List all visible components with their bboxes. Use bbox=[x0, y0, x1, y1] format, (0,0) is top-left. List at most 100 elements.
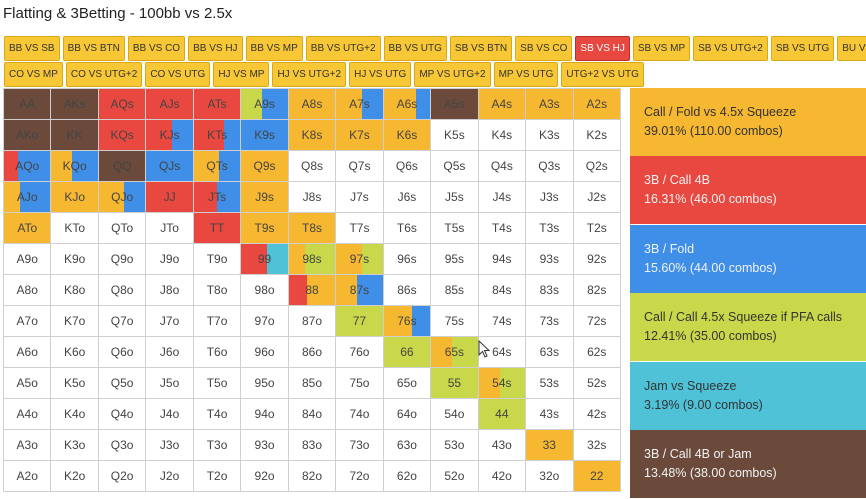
hand-cell[interactable]: J2s bbox=[573, 182, 621, 213]
hand-cell[interactable]: 93o bbox=[241, 430, 289, 461]
hand-cell[interactable]: A4o bbox=[4, 399, 52, 430]
hand-cell[interactable]: 84s bbox=[478, 275, 527, 306]
hand-cell[interactable]: K3o bbox=[51, 430, 99, 461]
hand-cell[interactable]: A4s bbox=[478, 89, 527, 120]
hand-cell[interactable]: ATo bbox=[4, 213, 52, 244]
hand-cell[interactable]: 53s bbox=[526, 368, 574, 399]
hand-cell[interactable]: T3o bbox=[193, 430, 242, 461]
hand-cell[interactable]: J3s bbox=[526, 182, 574, 213]
hand-cell[interactable]: 94s bbox=[478, 244, 527, 275]
hand-cell[interactable]: A7s bbox=[336, 89, 384, 120]
hand-cell[interactable]: T2s bbox=[573, 213, 621, 244]
hand-cell[interactable]: JTs bbox=[193, 182, 242, 213]
hand-cell[interactable]: QQ bbox=[98, 151, 147, 182]
hand-cell[interactable]: 92o bbox=[241, 461, 289, 492]
hand-cell[interactable]: T9s bbox=[241, 213, 289, 244]
hand-cell[interactable]: Q2o bbox=[98, 461, 147, 492]
hand-cell[interactable]: K5o bbox=[51, 368, 99, 399]
hand-cell[interactable]: J9o bbox=[146, 244, 194, 275]
hand-cell[interactable]: T4o bbox=[193, 399, 242, 430]
tab-co-vs-utg[interactable]: CO VS UTG bbox=[145, 62, 211, 87]
hand-cell[interactable]: AKs bbox=[51, 89, 99, 120]
hand-cell[interactable]: T4s bbox=[478, 213, 527, 244]
tab-hj-vs-mp[interactable]: HJ VS MP bbox=[213, 62, 270, 87]
hand-cell[interactable]: 72s bbox=[573, 306, 621, 337]
tab-hj-vs-utg[interactable]: HJ VS UTG bbox=[349, 62, 412, 87]
hand-cell[interactable]: 54s bbox=[478, 368, 527, 399]
tab-sb-vs-utg-2[interactable]: SB VS UTG+2 bbox=[693, 36, 768, 61]
hand-cell[interactable]: A6o bbox=[4, 337, 52, 368]
hand-cell[interactable]: AJo bbox=[4, 182, 52, 213]
legend-item-threebet-jam[interactable]: 3B / Call 4B or Jam 13.48% (38.00 combos) bbox=[630, 429, 866, 498]
hand-cell[interactable]: 82s bbox=[573, 275, 621, 306]
hand-cell[interactable]: 43s bbox=[526, 399, 574, 430]
tab-bb-vs-hj[interactable]: BB VS HJ bbox=[188, 36, 243, 61]
hand-cell[interactable]: Q8s bbox=[288, 151, 337, 182]
hand-cell[interactable]: 96s bbox=[383, 244, 432, 275]
hand-cell[interactable]: T2o bbox=[193, 461, 242, 492]
hand-cell[interactable]: 85s bbox=[431, 275, 479, 306]
hand-cell[interactable]: AA bbox=[4, 89, 52, 120]
hand-cell[interactable]: 87s bbox=[336, 275, 384, 306]
hand-cell[interactable]: 86s bbox=[383, 275, 432, 306]
hand-cell[interactable]: K6o bbox=[51, 337, 99, 368]
hand-cell[interactable]: J5o bbox=[146, 368, 194, 399]
hand-cell[interactable]: QJo bbox=[98, 182, 147, 213]
hand-cell[interactable]: KK bbox=[51, 120, 99, 151]
hand-cell[interactable]: 64o bbox=[383, 399, 432, 430]
hand-cell[interactable]: 97o bbox=[241, 306, 289, 337]
hand-cell[interactable]: AQo bbox=[4, 151, 52, 182]
hand-cell[interactable]: Q9o bbox=[98, 244, 147, 275]
hand-cell[interactable]: A8s bbox=[288, 89, 337, 120]
hand-cell[interactable]: 43o bbox=[478, 430, 527, 461]
tab-bb-vs-utg[interactable]: BB VS UTG bbox=[383, 36, 447, 61]
hand-cell[interactable]: ATs bbox=[193, 89, 242, 120]
hand-cell[interactable]: 75s bbox=[431, 306, 479, 337]
hand-cell[interactable]: K2s bbox=[573, 120, 621, 151]
hand-cell[interactable]: Q3o bbox=[98, 430, 147, 461]
legend-item-jam[interactable]: Jam vs Squeeze 3.19% (9.00 combos) bbox=[630, 361, 866, 430]
hand-cell[interactable]: J4s bbox=[478, 182, 527, 213]
tab-bu-vs-i[interactable]: BU VS I bbox=[837, 36, 866, 61]
tab-bb-vs-btn[interactable]: BB VS BTN bbox=[62, 36, 125, 61]
hand-cell[interactable]: 94o bbox=[241, 399, 289, 430]
hand-cell[interactable]: K6s bbox=[383, 120, 432, 151]
hand-cell[interactable]: 55 bbox=[431, 368, 479, 399]
hand-cell[interactable]: A8o bbox=[4, 275, 52, 306]
tab-sb-vs-hj[interactable]: SB VS HJ bbox=[575, 36, 630, 61]
hand-cell[interactable]: K9o bbox=[51, 244, 99, 275]
hand-cell[interactable]: 33 bbox=[526, 430, 574, 461]
hand-cell[interactable]: 62o bbox=[383, 461, 432, 492]
hand-cell[interactable]: K8s bbox=[288, 120, 337, 151]
hand-cell[interactable]: 65s bbox=[431, 337, 479, 368]
hand-cell[interactable]: Q2s bbox=[573, 151, 621, 182]
hand-cell[interactable]: Q4s bbox=[478, 151, 527, 182]
hand-cell[interactable]: 87o bbox=[288, 306, 337, 337]
hand-cell[interactable]: T5s bbox=[431, 213, 479, 244]
hand-cell[interactable]: 52o bbox=[431, 461, 479, 492]
hand-cell[interactable]: 73s bbox=[526, 306, 574, 337]
hand-cell[interactable]: AKo bbox=[4, 120, 52, 151]
hand-cell[interactable]: 98o bbox=[241, 275, 289, 306]
hand-cell[interactable]: T6s bbox=[383, 213, 432, 244]
hand-cell[interactable]: 97s bbox=[336, 244, 384, 275]
hand-cell[interactable]: J2o bbox=[146, 461, 194, 492]
hand-cell[interactable]: 22 bbox=[573, 461, 621, 492]
hand-cell[interactable]: 98s bbox=[288, 244, 337, 275]
hand-cell[interactable]: J7o bbox=[146, 306, 194, 337]
hand-cell[interactable]: 88 bbox=[288, 275, 337, 306]
hand-cell[interactable]: 86o bbox=[288, 337, 337, 368]
hand-cell[interactable]: A2o bbox=[4, 461, 52, 492]
hand-cell[interactable]: 54o bbox=[431, 399, 479, 430]
tab-sb-vs-co[interactable]: SB VS CO bbox=[515, 36, 573, 61]
hand-cell[interactable]: T5o bbox=[193, 368, 242, 399]
hand-cell[interactable]: 92s bbox=[573, 244, 621, 275]
hand-cell[interactable]: J7s bbox=[336, 182, 384, 213]
hand-cell[interactable]: 73o bbox=[336, 430, 384, 461]
hand-cell[interactable]: 76s bbox=[383, 306, 432, 337]
hand-cell[interactable]: Q5o bbox=[98, 368, 147, 399]
hand-cell[interactable]: A9o bbox=[4, 244, 52, 275]
hand-cell[interactable]: 75o bbox=[336, 368, 384, 399]
hand-cell[interactable]: 96o bbox=[241, 337, 289, 368]
hand-cell[interactable]: QTs bbox=[193, 151, 242, 182]
